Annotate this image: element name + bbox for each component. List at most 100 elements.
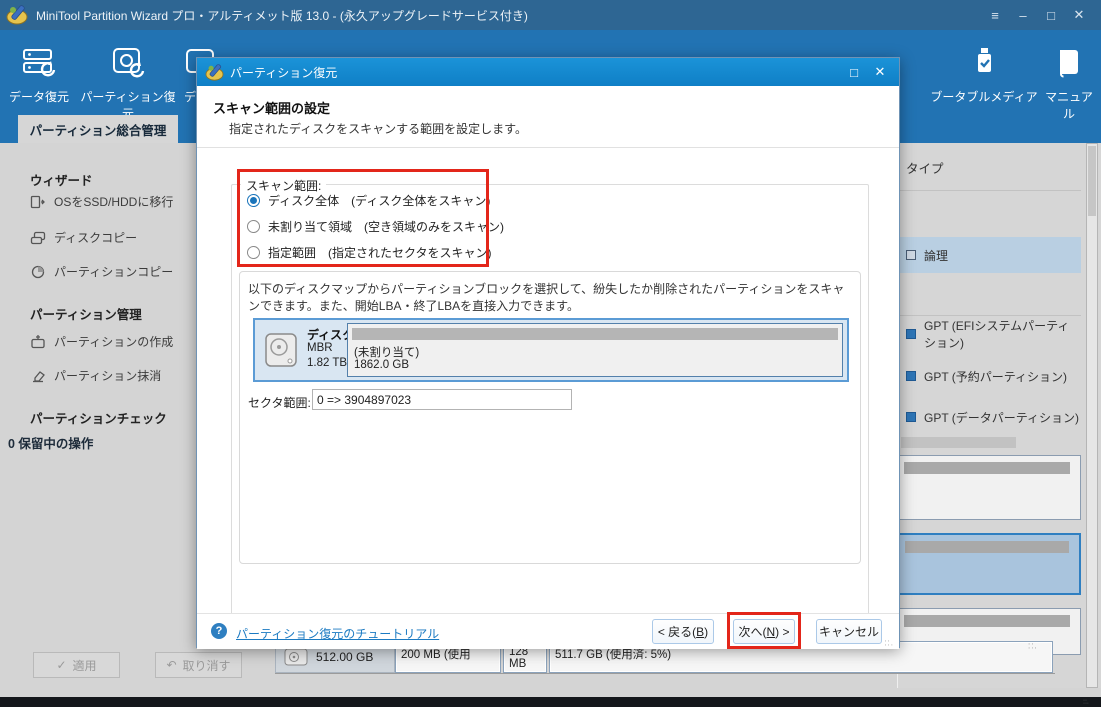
app-window: MiniTool Partition Wizard プロ・アルティメット版 13… [0,0,1101,707]
menu-icon[interactable]: ≡ [981,0,1009,30]
radio-label: ディスク全体 [268,193,340,208]
sidebar-item-partition-copy[interactable]: パーティションコピー [30,263,173,280]
tutorial-link[interactable]: パーティション復元のチュートリアル [236,625,439,642]
partition-recovery-dialog: パーティション復元 □ ✕ スキャン範囲の設定 指定されたディスクをスキャンする… [196,57,900,649]
sidebar-item-migrate-os[interactable]: OSをSSD/HDDに移行 [30,193,173,210]
pending-operations: 0 保留中の操作 [8,437,94,451]
sidebar-item-label: OSをSSD/HDDに移行 [54,195,174,209]
radio-specified-range[interactable]: 指定範囲 (指定されたセクタをスキャン) [247,243,492,261]
type-row-label: GPT (予約パーティション) [924,369,1068,384]
sidebar-section-partition-check: パーティションチェック [30,412,167,426]
sidebar-item-label: パーティションコピー [54,265,174,279]
radio-hint: (空き領域のみをスキャン) [364,219,505,234]
back-key: B [696,624,705,639]
divider [898,190,1081,191]
toolbar-item-label: ブータブルメディア [930,90,1038,104]
radio-label: 指定範囲 [268,245,317,260]
scan-range-legend: スキャン範囲: [241,177,327,194]
dialog-close-icon[interactable]: ✕ [867,58,893,86]
check-icon: ✓ [56,658,67,672]
diskmap-block[interactable] [898,455,1081,520]
usage-bar [905,541,1069,553]
tab-partition-management[interactable]: パーティション総合管理 [18,115,178,143]
sidebar-section-wizard: ウィザード [30,174,93,188]
radio-hint: (ディスク全体をスキャン) [351,193,491,208]
create-partition-icon [31,334,45,348]
divider [898,315,1081,316]
back-button[interactable]: < 戻る(B) [652,619,714,644]
sidebar-item-wipe-partition[interactable]: パーティション抹消 [30,367,161,384]
next-label: 次へ( [738,625,767,639]
dialog-heading: スキャン範囲の設定 [213,101,331,116]
partition-recovery-icon [76,42,180,80]
dialog-titlebar[interactable]: パーティション復元 □ ✕ [197,58,899,86]
wipe-partition-icon [33,370,45,382]
data-recovery-icon [4,42,74,80]
sector-range-input[interactable] [312,389,572,410]
type-row-gpt-efi[interactable]: GPT (EFIシステムパーティション) [898,319,1081,350]
sidebar-item-label: ディスクコピー [54,231,138,245]
radio-label: 未割り当て領域 [268,219,353,234]
type-row-gpt-data[interactable]: GPT (データパーティション) [898,405,1081,429]
sector-range-label: セクタ範囲: [248,396,311,410]
next-key: N [766,624,776,639]
radio-checked-icon[interactable] [247,193,260,207]
partition-color-icon [906,329,916,339]
dialog-resize-grip[interactable]: ∙∙ ∙∙∙ [884,637,894,649]
dialog-header: スキャン範囲の設定 指定されたディスクをスキャンする範囲を設定します。 [197,86,899,148]
toolbar-item-manual[interactable]: マニュアル [1041,42,1097,122]
undo-label: 取り消す [182,658,231,673]
dialog-controls: □ ✕ [841,58,893,86]
dialog-footer: ? パーティション復元のチュートリアル < 戻る(B) 次へ(N) > キャンセ… [197,612,899,649]
apply-button[interactable]: ✓ 適用 [33,652,120,678]
partition-copy-icon [31,265,45,278]
close-icon[interactable]: ✕ [1065,0,1093,30]
usage-bar [904,615,1070,627]
disk-copy-icon [30,231,46,244]
type-row-label: GPT (データパーティション) [924,410,1080,425]
help-icon[interactable]: ? [211,623,227,639]
migrate-os-icon [30,195,45,208]
maximize-icon[interactable]: □ [1037,0,1065,30]
sidebar-item-create-partition[interactable]: パーティションの作成 [30,333,173,350]
right-panel: タイプ 論理 GPT (EFIシステムパーティション) GPT (予約パーティシ… [897,143,1101,688]
minimize-icon[interactable]: – [1009,0,1037,30]
window-resize-grip[interactable]: ∙∙ ∙∙∙ [1083,697,1089,707]
hdd-icon [265,333,297,367]
sidebar-item-disk-copy[interactable]: ディスクコピー [30,229,137,246]
partition-color-icon [906,371,916,381]
hdd-icon [284,648,308,666]
dialog-diskmap-row[interactable]: ディスク 2 MBR 1.82 TB (未割り当て) 1862.0 GB [253,318,849,382]
next-button[interactable]: 次へ(N) > [733,619,795,644]
radio-unallocated[interactable]: 未割り当て領域 (空き領域のみをスキャン) [247,217,504,235]
type-row-label: 論理 [924,248,949,263]
bootable-media-icon [925,42,1043,80]
back-label: < 戻る( [657,625,697,639]
scrollbar-thumb[interactable] [1088,146,1096,216]
partition-color-icon [906,250,916,260]
radio-icon[interactable] [247,219,260,233]
pane-resize-grip[interactable]: ∙∙ ∙∙∙ [1028,640,1040,654]
cancel-button[interactable]: キャンセル [816,619,882,644]
type-row-logical[interactable]: 論理 [898,237,1081,273]
partition-label: 511.7 GB (使用済: 5%) [555,649,672,661]
partition-label: 200 MB (使用 [401,649,471,661]
apply-label: 適用 [72,658,97,673]
radio-icon[interactable] [247,245,260,259]
toolbar-item-partition-recovery[interactable]: パーティション復元 [76,42,180,122]
type-row-gpt-reserved[interactable]: GPT (予約パーティション) [898,364,1081,388]
toolbar-item-data-recovery[interactable]: データ復元 [4,42,74,105]
unallocated-block[interactable]: (未割り当て) 1862.0 GB [347,323,843,377]
usage-bar [904,462,1070,474]
diskmap-block-selected[interactable] [898,533,1081,595]
back-suffix: ) [704,624,709,639]
dialog-maximize-icon[interactable]: □ [841,58,867,86]
partition-label: 128 MB [509,646,529,670]
dialog-title: パーティション復元 [230,65,338,80]
toolbar-item-bootable-media[interactable]: ブータブルメディア [925,42,1043,105]
toolbar-item-label: マニュアル [1045,90,1093,121]
status-strip: ∙∙ ∙∙∙ [0,697,1101,707]
usage-bar [352,328,838,340]
vertical-scrollbar[interactable] [1086,143,1098,688]
undo-button[interactable]: ↶ 取り消す [155,652,242,678]
